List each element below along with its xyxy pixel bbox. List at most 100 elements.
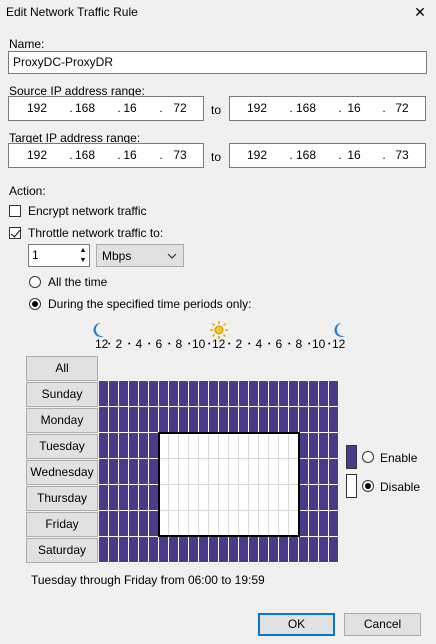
schedule-cell[interactable]	[119, 537, 129, 563]
all-time-radio[interactable]	[29, 276, 41, 288]
schedule-cell[interactable]	[279, 433, 289, 459]
schedule-cell[interactable]	[329, 511, 339, 537]
schedule-cell[interactable]	[209, 381, 219, 407]
schedule-cell[interactable]	[179, 537, 189, 563]
time-periods-radio[interactable]	[29, 298, 41, 310]
schedule-cell[interactable]	[119, 381, 129, 407]
schedule-cell[interactable]	[159, 485, 169, 511]
day-button-sunday[interactable]: Sunday	[26, 382, 98, 407]
schedule-cell[interactable]	[299, 485, 309, 511]
schedule-cell[interactable]	[329, 459, 339, 485]
schedule-cell[interactable]	[189, 537, 199, 563]
schedule-cell[interactable]	[199, 433, 209, 459]
schedule-cell[interactable]	[149, 537, 159, 563]
schedule-cell[interactable]	[169, 511, 179, 537]
schedule-cell[interactable]	[279, 485, 289, 511]
schedule-cell[interactable]	[279, 407, 289, 433]
schedule-cell[interactable]	[219, 433, 229, 459]
schedule-cell[interactable]	[269, 407, 279, 433]
schedule-cell[interactable]	[319, 381, 329, 407]
schedule-cell[interactable]	[299, 459, 309, 485]
target-ip-to-field[interactable]: 192 . 168 . 16 . 73	[229, 143, 426, 168]
schedule-cell[interactable]	[139, 511, 149, 537]
schedule-cell[interactable]	[179, 511, 189, 537]
schedule-cell[interactable]	[109, 433, 119, 459]
schedule-cell[interactable]	[289, 537, 299, 563]
schedule-cell[interactable]	[249, 407, 259, 433]
schedule-cell[interactable]	[129, 511, 139, 537]
schedule-cell[interactable]	[289, 381, 299, 407]
schedule-cell[interactable]	[189, 433, 199, 459]
schedule-cell[interactable]	[119, 433, 129, 459]
schedule-cell[interactable]	[189, 407, 199, 433]
schedule-cell[interactable]	[279, 381, 289, 407]
schedule-cell[interactable]	[239, 459, 249, 485]
schedule-cell[interactable]	[119, 511, 129, 537]
schedule-cell[interactable]	[259, 485, 269, 511]
schedule-cell[interactable]	[179, 407, 189, 433]
schedule-cell[interactable]	[329, 537, 339, 563]
schedule-cell[interactable]	[199, 381, 209, 407]
schedule-cell[interactable]	[229, 485, 239, 511]
unit-dropdown[interactable]: Mbps	[96, 244, 184, 267]
schedule-cell[interactable]	[289, 511, 299, 537]
schedule-cell[interactable]	[289, 485, 299, 511]
schedule-cell[interactable]	[109, 459, 119, 485]
encrypt-checkbox[interactable]	[9, 205, 21, 217]
schedule-cell[interactable]	[149, 433, 159, 459]
schedule-cell[interactable]	[259, 381, 269, 407]
throttle-label[interactable]: Throttle network traffic to:	[28, 226, 163, 240]
schedule-cell[interactable]	[279, 459, 289, 485]
schedule-cell[interactable]	[249, 485, 259, 511]
schedule-cell[interactable]	[269, 511, 279, 537]
day-button-saturday[interactable]: Saturday	[26, 538, 98, 563]
schedule-cell[interactable]	[239, 485, 249, 511]
schedule-cell[interactable]	[129, 459, 139, 485]
schedule-cell[interactable]	[149, 459, 159, 485]
schedule-cell[interactable]	[209, 485, 219, 511]
schedule-cell[interactable]	[219, 381, 229, 407]
schedule-cell[interactable]	[329, 381, 339, 407]
all-days-button[interactable]: All	[26, 356, 98, 381]
schedule-cell[interactable]	[139, 459, 149, 485]
schedule-cell[interactable]	[159, 459, 169, 485]
schedule-cell[interactable]	[259, 537, 269, 563]
schedule-grid[interactable]	[99, 381, 339, 563]
enable-radio[interactable]	[362, 451, 374, 463]
spin-down-icon[interactable]: ▼	[77, 256, 89, 266]
schedule-cell[interactable]	[239, 537, 249, 563]
schedule-cell[interactable]	[149, 407, 159, 433]
schedule-cell[interactable]	[109, 381, 119, 407]
schedule-cell[interactable]	[149, 511, 159, 537]
spin-up-icon[interactable]: ▲	[77, 246, 89, 256]
schedule-cell[interactable]	[179, 433, 189, 459]
schedule-cell[interactable]	[209, 433, 219, 459]
schedule-cell[interactable]	[209, 537, 219, 563]
schedule-cell[interactable]	[309, 433, 319, 459]
schedule-cell[interactable]	[109, 511, 119, 537]
schedule-cell[interactable]	[109, 537, 119, 563]
time-periods-label[interactable]: During the specified time periods only:	[48, 297, 251, 311]
schedule-cell[interactable]	[149, 381, 159, 407]
schedule-cell[interactable]	[199, 537, 209, 563]
schedule-cell[interactable]	[309, 511, 319, 537]
schedule-cell[interactable]	[229, 459, 239, 485]
schedule-cell[interactable]	[319, 511, 329, 537]
schedule-cell[interactable]	[169, 381, 179, 407]
schedule-cell[interactable]	[159, 381, 169, 407]
schedule-cell[interactable]	[229, 407, 239, 433]
schedule-cell[interactable]	[239, 511, 249, 537]
schedule-cell[interactable]	[299, 433, 309, 459]
schedule-cell[interactable]	[169, 537, 179, 563]
schedule-cell[interactable]	[109, 407, 119, 433]
schedule-cell[interactable]	[299, 381, 309, 407]
schedule-cell[interactable]	[229, 511, 239, 537]
day-button-tuesday[interactable]: Tuesday	[26, 434, 98, 459]
day-button-monday[interactable]: Monday	[26, 408, 98, 433]
schedule-cell[interactable]	[309, 381, 319, 407]
source-ip-to-field[interactable]: 192 . 168 . 16 . 72	[229, 96, 426, 121]
schedule-cell[interactable]	[219, 485, 229, 511]
schedule-cell[interactable]	[269, 433, 279, 459]
schedule-cell[interactable]	[269, 459, 279, 485]
schedule-cell[interactable]	[319, 485, 329, 511]
